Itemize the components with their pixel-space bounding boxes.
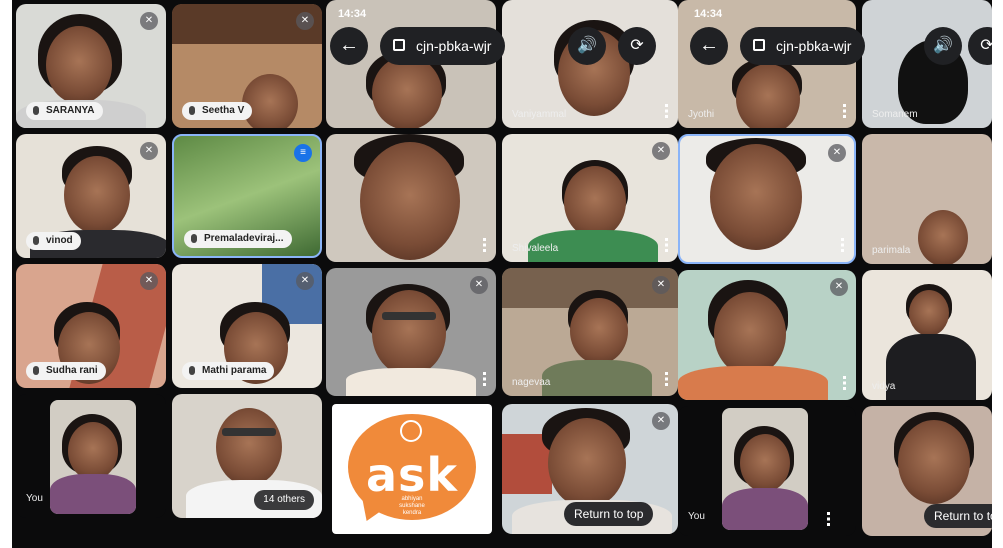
mic-off-icon: ✕ [296, 12, 314, 30]
more-vert-icon[interactable] [483, 238, 486, 252]
mic-off-icon: ✕ [470, 276, 488, 294]
more-vert-icon[interactable] [665, 238, 668, 252]
self-view-label: You [26, 493, 43, 504]
calendar-icon [393, 39, 405, 51]
return-to-top-button[interactable]: Return to top [924, 504, 992, 528]
participant-tile[interactable]: Return to top [862, 406, 992, 536]
speaker-icon[interactable]: 🔊 [924, 27, 962, 65]
participant-name-chip: vinod [26, 232, 81, 250]
participant-name-chip: SARANYA [26, 102, 103, 120]
microphone-icon [33, 366, 39, 375]
others-count-chip[interactable]: 14 others [254, 490, 314, 510]
participant-tile[interactable]: ✕ Return to top [502, 404, 678, 534]
participant-tile-premaladeviraj[interactable]: ≡ Premaladeviraj... [172, 134, 322, 258]
participant-tile-shivaleela[interactable]: ✕ Shivaleela [502, 134, 678, 262]
participant-name: Seetha V [202, 105, 245, 116]
switch-camera-icon[interactable]: ⟳ [968, 27, 992, 65]
arrow-left-icon[interactable]: ← [690, 27, 728, 65]
participant-name: Shivaleela [512, 243, 559, 254]
self-view-tile[interactable]: You [678, 406, 856, 536]
participant-name: vidya [872, 381, 896, 392]
participant-name-chip: Mathi parama [182, 362, 275, 380]
more-vert-icon[interactable] [665, 104, 668, 118]
participant-name: nagevaa [512, 377, 551, 388]
meet-grid-panel-1: ✕ SARANYA ✕ Seetha V ✕ vinod ≡ Premalade… [12, 0, 326, 548]
meeting-code: cjn-pbka-wjr [776, 38, 852, 54]
participant-tile-nagevaa[interactable]: ✕ nagevaa [502, 268, 678, 396]
ask-logo-tile: ask abhiyan sukshane kendra [332, 404, 492, 534]
status-time: 14:34 [338, 8, 367, 20]
microphone-icon [33, 236, 39, 245]
participant-name-chip: Sudha rani [26, 362, 106, 380]
video-call-collage: ✕ SARANYA ✕ Seetha V ✕ vinod ≡ Premalade… [0, 0, 1003, 548]
microphone-icon [189, 106, 195, 115]
participant-name: Vaniyammal [512, 109, 567, 120]
participant-name-chip: Premaladeviraj... [184, 230, 292, 248]
switch-camera-icon[interactable]: ⟳ [618, 27, 656, 65]
mic-off-icon: ✕ [652, 276, 670, 294]
mic-off-icon: ✕ [652, 412, 670, 430]
participant-tile-sudha-rani[interactable]: ✕ Sudha rani [16, 264, 166, 388]
microphone-icon [33, 106, 39, 115]
speaker-icon[interactable]: 🔊 [568, 27, 606, 65]
mic-off-icon: ✕ [830, 278, 848, 296]
meeting-code: cjn-pbka-wjr [416, 38, 492, 54]
calendar-icon [753, 39, 765, 51]
logo-word: ask [365, 448, 458, 502]
participant-tile[interactable]: ✕ [678, 134, 856, 264]
arrow-left-icon[interactable]: ← [330, 27, 368, 65]
participant-tile-others[interactable]: 14 others [172, 394, 322, 518]
meeting-code-chip[interactable]: cjn-pbka-wjr [740, 27, 866, 65]
self-view-label: You [688, 511, 705, 522]
meeting-code-chip[interactable]: cjn-pbka-wjr [380, 27, 506, 65]
microphone-icon [189, 366, 195, 375]
participant-name: SARANYA [46, 105, 95, 116]
microphone-icon [191, 234, 197, 243]
more-vert-icon[interactable] [843, 376, 846, 390]
participant-name: parimala [872, 245, 911, 256]
participant-name: Premaladeviraj... [204, 233, 284, 244]
participant-name: Jyothi [688, 109, 715, 120]
mic-off-icon: ✕ [140, 142, 158, 160]
more-vert-icon[interactable] [843, 104, 846, 118]
more-vert-icon[interactable] [665, 372, 668, 386]
mic-off-icon: ✕ [296, 272, 314, 290]
participant-tile-vidya[interactable]: vidya [862, 270, 992, 400]
audio-active-icon: ≡ [294, 144, 312, 162]
mic-off-icon: ✕ [652, 142, 670, 160]
meet-grid-panel-3: Jyothi Somanem ✕ parimala ✕ vidya You Re… [678, 0, 992, 548]
more-vert-icon[interactable] [841, 238, 844, 252]
participant-name: Sudha rani [46, 365, 98, 376]
participant-tile-parimala[interactable]: parimala [862, 134, 992, 264]
mic-off-icon: ✕ [828, 144, 846, 162]
mic-off-icon: ✕ [140, 272, 158, 290]
participant-name: Mathi parama [202, 365, 267, 376]
participant-name: Somanem [872, 109, 918, 120]
self-view-tile[interactable]: You [16, 394, 166, 518]
more-vert-icon[interactable] [483, 372, 486, 386]
participant-tile-vinod[interactable]: ✕ vinod [16, 134, 166, 258]
status-time: 14:34 [694, 8, 723, 20]
participant-tile-mathi-parama[interactable]: ✕ Mathi parama [172, 264, 322, 388]
participant-tile-saranya[interactable]: ✕ SARANYA [16, 4, 166, 128]
more-vert-icon[interactable] [827, 512, 830, 526]
participant-name: vinod [46, 235, 73, 246]
return-to-top-button[interactable]: Return to top [564, 502, 654, 526]
participant-tile[interactable]: ✕ [678, 270, 856, 400]
participant-tile[interactable]: ✕ [326, 268, 496, 396]
mic-off-icon: ✕ [140, 12, 158, 30]
participant-tile[interactable] [326, 134, 496, 262]
meet-top-bar: 14:34 ← cjn-pbka-wjr 🔊 ⟳ [326, 0, 678, 90]
participant-name-chip: Seetha V [182, 102, 253, 120]
participant-tile-seetha-v[interactable]: ✕ Seetha V [172, 4, 322, 128]
meet-grid-panel-2: Vaniyammal ✕ Shivaleela ✕ ✕ nagevaa ask … [326, 0, 678, 548]
meet-top-bar: 14:34 ← cjn-pbka-wjr 🔊 ⟳ [678, 0, 992, 90]
